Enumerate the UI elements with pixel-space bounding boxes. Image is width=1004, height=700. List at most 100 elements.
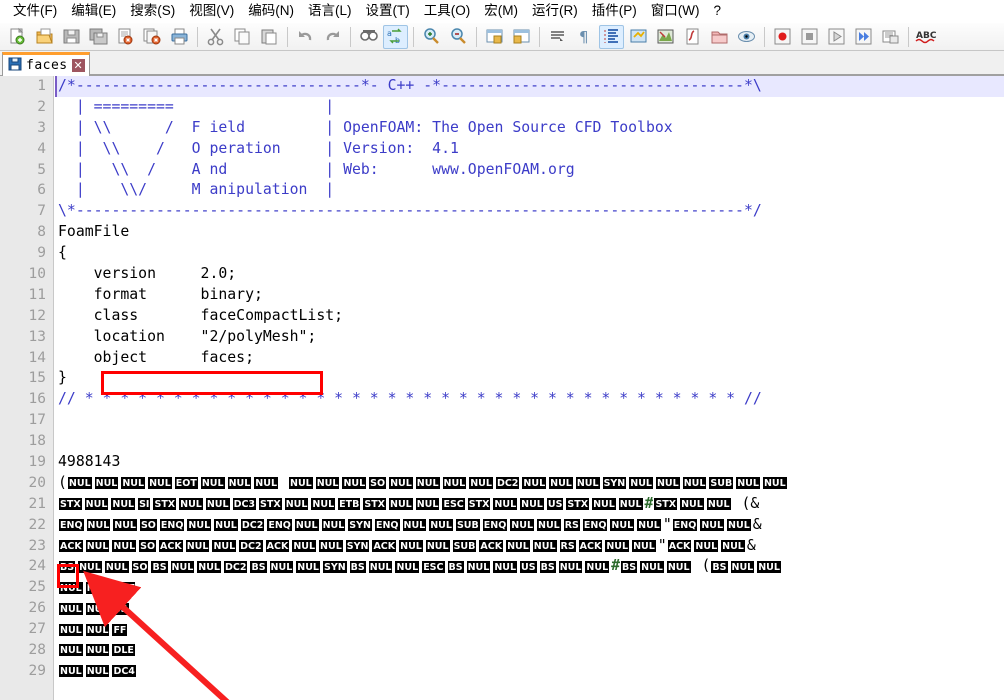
menu-help[interactable]: ? xyxy=(706,1,728,22)
binary-control-char-line[interactable]: NUL NUL DLE xyxy=(55,640,1004,661)
show-all-chars-icon[interactable]: ¶ xyxy=(572,25,597,49)
control-char-glyph: NUL xyxy=(318,539,344,554)
code-line[interactable] xyxy=(55,431,1004,452)
toolbar-separator xyxy=(539,26,540,47)
close-icon[interactable]: ✕ xyxy=(71,59,85,72)
paste-icon[interactable] xyxy=(257,25,282,49)
control-char-glyph: NUL xyxy=(367,559,394,574)
code-line[interactable]: /*--------------------------------*- C++… xyxy=(55,76,1004,97)
code-line[interactable]: { xyxy=(55,243,1004,264)
code-line[interactable]: location "2/polyMesh"; xyxy=(55,327,1004,348)
record-macro-icon[interactable] xyxy=(770,25,795,49)
menu-file[interactable]: 文件(F) xyxy=(6,1,64,22)
binary-control-char-line[interactable]: NUL NUL BS xyxy=(55,598,1004,619)
zoom-out-icon[interactable] xyxy=(446,25,471,49)
code-line[interactable]: // * * * * * * * * * * * * * * * * * * *… xyxy=(55,389,1004,410)
find-icon[interactable] xyxy=(356,25,381,49)
control-char-glyph: BS xyxy=(111,601,130,616)
control-char-glyph: DC3 xyxy=(231,497,258,512)
menu-window[interactable]: 窗口(W) xyxy=(644,1,707,22)
new-file-icon[interactable] xyxy=(5,25,30,49)
zoom-in-icon[interactable] xyxy=(419,25,444,49)
control-char-glyph: NUL xyxy=(548,476,574,491)
code-line[interactable]: 4988143 xyxy=(55,452,1004,473)
binary-control-char-line[interactable]: (NUL NUL NUL NUL EOT NUL NUL NUL NUL NUL NUL SO NUL… xyxy=(55,473,1004,494)
copy-icon[interactable] xyxy=(230,25,255,49)
menu-plugins[interactable]: 插件(P) xyxy=(585,1,644,22)
control-char-glyph: NUL xyxy=(169,559,196,574)
user-lang-icon[interactable] xyxy=(653,25,678,49)
menu-view[interactable]: 视图(V) xyxy=(182,1,241,22)
code-line[interactable]: class faceCompactList; xyxy=(55,306,1004,327)
undo-icon[interactable] xyxy=(293,25,318,49)
spellcheck-icon[interactable]: ABC xyxy=(914,25,939,49)
binary-control-char-line[interactable]: ENQ NUL NUL SO ENQ NUL NUL DC2 ENQ NUL NUL SYN ENQ NU… xyxy=(55,515,1004,536)
code-line[interactable]: format binary; xyxy=(55,285,1004,306)
code-line[interactable]: } xyxy=(55,368,1004,389)
save-icon[interactable] xyxy=(59,25,84,49)
save-macro-icon[interactable] xyxy=(878,25,903,49)
control-char-glyph: ETB xyxy=(337,497,362,512)
function-list-icon[interactable] xyxy=(680,25,705,49)
code-line[interactable]: version 2.0; xyxy=(55,264,1004,285)
fast-play-macro-icon[interactable] xyxy=(851,25,876,49)
code-line-text: FoamFile xyxy=(58,223,130,241)
menu-settings[interactable]: 设置(T) xyxy=(359,1,417,22)
control-char-glyph: NUL xyxy=(291,539,318,554)
cut-icon[interactable] xyxy=(203,25,228,49)
menu-tools[interactable]: 工具(O) xyxy=(417,1,478,22)
control-char-glyph: NUL xyxy=(111,539,138,554)
replace-icon[interactable]: ab xyxy=(383,24,408,49)
code-line[interactable]: | \\ / A nd | Web: www.OpenFOAM.org xyxy=(55,160,1004,181)
stop-macro-icon[interactable] xyxy=(797,25,822,49)
binary-control-char-line[interactable]: NUL NUL FF xyxy=(55,619,1004,640)
control-char-glyph: NUL xyxy=(288,476,314,491)
menu-encoding[interactable]: 编码(N) xyxy=(241,1,301,22)
binary-control-char-line[interactable]: STX NUL NUL SI STX NUL NUL DC3 STX NUL NUL ETB STX NU… xyxy=(55,494,1004,515)
document-map-icon[interactable] xyxy=(734,25,759,49)
close-file-icon[interactable] xyxy=(113,25,138,49)
control-char-glyph: NUL xyxy=(468,476,494,491)
tab-faces[interactable]: faces ✕ xyxy=(2,52,90,76)
editor-pane[interactable]: 1 2 3 4 5 6 7 8 9 10 11 12 13 14 15 16 17 18 19 20 21 22 23 24 2… xyxy=(0,76,1004,700)
code-line[interactable]: | \\ / F ield | OpenFOAM: The Open Sourc… xyxy=(55,118,1004,139)
code-line[interactable]: | \\/ M anipulation | xyxy=(55,180,1004,201)
binary-control-char-line[interactable]: NUL NUL DC4 xyxy=(55,661,1004,682)
save-all-icon[interactable] xyxy=(86,25,111,49)
code-area[interactable]: /*--------------------------------*- C++… xyxy=(55,76,1004,700)
word-wrap-icon[interactable] xyxy=(545,25,570,49)
menu-search[interactable]: 搜索(S) xyxy=(123,1,182,22)
indent-guide-icon[interactable] xyxy=(599,24,624,49)
tab-label: faces xyxy=(26,58,68,73)
control-char-glyph: NUL xyxy=(103,559,130,574)
sync-horizontal-icon[interactable] xyxy=(509,25,534,49)
code-line[interactable]: | ========= | xyxy=(55,97,1004,118)
code-line[interactable]: \*--------------------------------------… xyxy=(55,201,1004,222)
binary-control-char-line[interactable]: ACK NUL NUL SO ACK NUL NUL DC2 ACK NUL NUL SYN ACK NU… xyxy=(55,536,1004,557)
code-line[interactable] xyxy=(55,410,1004,431)
control-char-glyph: NUL xyxy=(58,601,84,616)
show-ui-icon[interactable] xyxy=(626,25,651,49)
code-line[interactable]: FoamFile xyxy=(55,222,1004,243)
menu-macro[interactable]: 宏(M) xyxy=(477,1,525,22)
binary-control-char-line[interactable]: BS NUL NUL SO BS NUL NUL DC2 BS NUL NUL SYN BS NUL NUL… xyxy=(55,556,1004,577)
binary-control-char-line[interactable]: NUL NUL EOT xyxy=(55,577,1004,598)
toolbar-separator xyxy=(287,26,288,47)
close-all-icon[interactable] xyxy=(140,25,165,49)
control-char-glyph: ACK xyxy=(478,539,505,554)
code-line[interactable]: object faces; xyxy=(55,348,1004,369)
sync-vertical-icon[interactable] xyxy=(482,25,507,49)
open-folder-icon[interactable] xyxy=(32,25,57,49)
code-line-text: ( xyxy=(58,473,67,491)
control-char-glyph: NUL xyxy=(492,559,519,574)
menu-run[interactable]: 运行(R) xyxy=(525,1,585,22)
redo-icon[interactable] xyxy=(320,25,345,49)
menu-edit[interactable]: 编辑(E) xyxy=(64,1,123,22)
play-macro-icon[interactable] xyxy=(824,25,849,49)
menu-language[interactable]: 语言(L) xyxy=(301,1,359,22)
code-line[interactable]: | \\ / O peration | Version: 4.1 xyxy=(55,139,1004,160)
code-line-text: ( xyxy=(732,494,751,512)
print-icon[interactable] xyxy=(167,25,192,49)
folder-as-workspace-icon[interactable] xyxy=(707,25,732,49)
